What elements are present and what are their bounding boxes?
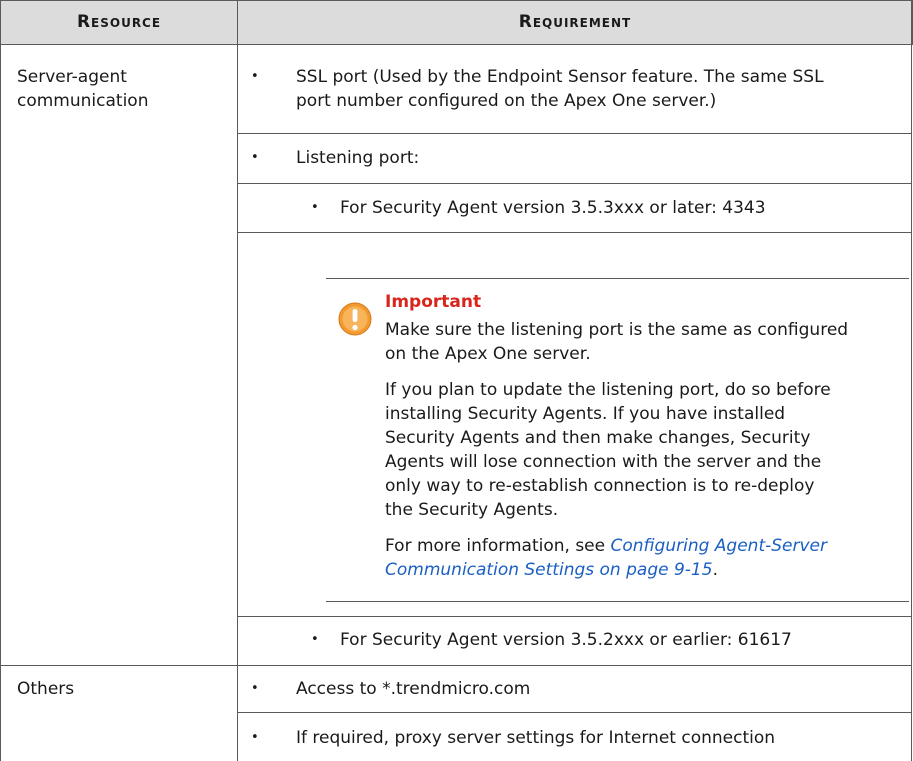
requirement-text: SSL port (Used by the Endpoint Sensor fe… (296, 67, 824, 87)
note-text: Agents will lose connection with the ser… (385, 452, 822, 472)
requirements-table: Resource Requirement Server-agent commun… (0, 0, 913, 761)
table-header-row: Resource Requirement (0, 0, 913, 45)
note-text: Communication Settings on page 9-15. (385, 558, 718, 582)
item-divider (237, 133, 912, 134)
table-border-right (911, 0, 912, 761)
cross-reference-link[interactable]: Configuring Agent-Server (611, 536, 827, 556)
note-text: installing Security Agents. If you have … (385, 404, 786, 424)
cross-reference-link[interactable]: Communication Settings on page 9-15 (385, 560, 713, 580)
note-text: For more information, see Configuring Ag… (385, 534, 827, 558)
note-title: Important (385, 292, 482, 312)
resource-label: communication (17, 91, 149, 111)
row-divider (0, 665, 912, 666)
bullet: • (311, 200, 319, 215)
column-divider (237, 0, 238, 761)
bullet: • (251, 150, 259, 165)
item-divider (237, 712, 912, 713)
note-top-rule (326, 278, 909, 279)
bullet: • (251, 730, 259, 745)
note-text: on the Apex One server. (385, 344, 591, 364)
requirement-text: If required, proxy server settings for I… (296, 728, 776, 748)
bullet: • (251, 681, 259, 696)
item-divider (237, 232, 912, 233)
note-text: only way to re-establish connection is t… (385, 476, 815, 496)
bullet: • (251, 69, 259, 84)
note-text-suffix: . (712, 560, 718, 580)
note-text: Security Agents and then make changes, S… (385, 428, 811, 448)
resource-label: Server-agent (17, 67, 127, 87)
table-border-left (0, 44, 1, 761)
requirement-text: For Security Agent version 3.5.2xxx or e… (340, 630, 792, 650)
header-requirement: Requirement (518, 12, 632, 32)
note-bottom-rule (326, 601, 909, 602)
header-resource: Resource (76, 12, 162, 32)
requirement-text: port number configured on the Apex One s… (296, 91, 717, 111)
note-text: If you plan to update the listening port… (385, 380, 831, 400)
warning-icon (338, 302, 372, 336)
requirement-text: Listening port: (296, 148, 420, 168)
resource-label: Others (17, 679, 75, 699)
item-divider (237, 183, 912, 184)
requirement-text: Access to *.trendmicro.com (296, 679, 531, 699)
requirement-text: For Security Agent version 3.5.3xxx or l… (340, 198, 766, 218)
note-text: Make sure the listening port is the same… (385, 320, 849, 340)
note-text-prefix: For more information, see (385, 536, 611, 556)
bullet: • (311, 632, 319, 647)
note-text: the Security Agents. (385, 500, 559, 520)
item-divider (237, 616, 912, 617)
